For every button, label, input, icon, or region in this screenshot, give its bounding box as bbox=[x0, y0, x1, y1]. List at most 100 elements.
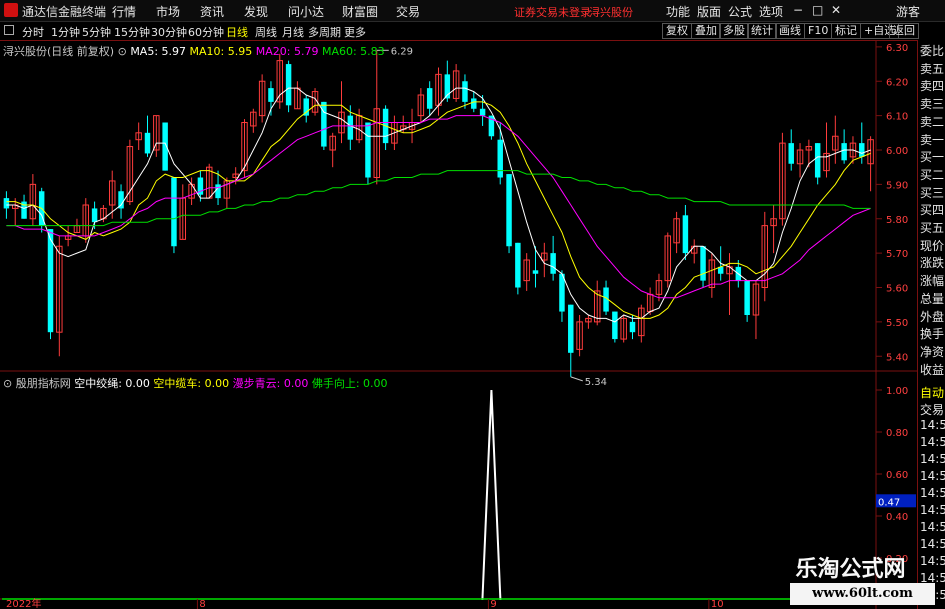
watermark-url: www.60lt.com bbox=[790, 583, 935, 605]
high-price-label: 6.29 bbox=[391, 46, 413, 57]
candle-body bbox=[268, 88, 274, 102]
main-indicator-legend: 浔兴股份(日线 前复权) ⊙ MA5: 5.97 MA10: 5.95 MA20… bbox=[3, 43, 385, 59]
side-panel-field: 委比 bbox=[920, 44, 945, 58]
sub-tick-label: 1.00 bbox=[886, 386, 908, 397]
auto-trade-label: 自动 bbox=[920, 386, 945, 400]
candle-body bbox=[91, 208, 98, 223]
side-panel-field: 涨幅 bbox=[920, 274, 945, 289]
low-marker bbox=[570, 376, 583, 382]
sub-signal-spike bbox=[481, 389, 502, 601]
auto-trade-label: 交易 bbox=[920, 403, 945, 417]
candle-body bbox=[612, 311, 618, 340]
trade-time: 14:56 bbox=[920, 503, 945, 517]
side-panel-field: 卖二 bbox=[920, 114, 945, 129]
candle-body bbox=[426, 88, 433, 109]
candle-body bbox=[171, 177, 177, 247]
candle-body bbox=[144, 132, 151, 154]
candle-body bbox=[479, 108, 486, 116]
trade-time: 14:56 bbox=[920, 537, 945, 551]
price-tick-label: 6.10 bbox=[886, 112, 908, 123]
candle-body bbox=[3, 198, 10, 209]
trade-time: 14:56 bbox=[920, 418, 945, 432]
candle-body bbox=[841, 143, 847, 161]
sub-tick-label: 0.60 bbox=[886, 470, 908, 481]
candle-body bbox=[365, 122, 371, 178]
side-panel-field: 涨跌 bbox=[920, 256, 945, 271]
price-tick-label: 5.60 bbox=[886, 284, 908, 295]
date-tick-label: 8 bbox=[199, 599, 205, 609]
candle-body bbox=[859, 143, 865, 157]
price-tick-label: 5.70 bbox=[886, 249, 908, 260]
price-tick-label: 6.00 bbox=[886, 146, 908, 157]
price-tick-label: 5.80 bbox=[886, 215, 908, 226]
candle-body bbox=[814, 143, 821, 178]
candle-body bbox=[700, 246, 706, 281]
trade-time: 14:56 bbox=[920, 452, 945, 466]
candle-body bbox=[47, 229, 54, 333]
sub-line-4-label: 佛手向上: 0.00 bbox=[311, 377, 388, 390]
date-tick-label: 10 bbox=[711, 599, 724, 609]
sub-tick-label: 0.80 bbox=[886, 428, 908, 439]
candle-body bbox=[471, 98, 477, 109]
trade-time: 14:56 bbox=[920, 486, 945, 500]
candle-body bbox=[506, 174, 512, 247]
sub-line-3-label: 漫步青云: 0.00 bbox=[232, 377, 309, 390]
trade-time: 14:56 bbox=[920, 469, 945, 483]
settings-icon[interactable]: ⊙ bbox=[118, 45, 127, 58]
candle-body bbox=[515, 242, 521, 288]
price-tick-label: 5.90 bbox=[886, 180, 908, 191]
side-panel-field: 卖三 bbox=[920, 97, 945, 112]
price-tick-label: 6.30 bbox=[886, 43, 908, 54]
quote-side-panel: 委比卖五卖四卖三卖二卖一买一买二买三买四买五现价涨跌涨幅总量外盘换手净资收益自动… bbox=[917, 40, 945, 609]
ma20-label: MA20: 5.79 bbox=[255, 45, 319, 58]
side-panel-field: 买三 bbox=[920, 185, 945, 200]
candle-body bbox=[285, 64, 292, 106]
side-panel-field: 收益 bbox=[920, 362, 945, 377]
ma60-label: MA60: 5.83 bbox=[321, 45, 385, 58]
ma5-label: MA5: 5.97 bbox=[130, 45, 187, 58]
side-panel-field: 外盘 bbox=[920, 309, 945, 324]
candle-body bbox=[629, 321, 636, 333]
sub-line-1-label: 空中绞绳: 0.00 bbox=[74, 377, 150, 390]
ma60-line bbox=[6, 170, 871, 227]
side-panel-field: 换手 bbox=[920, 327, 945, 342]
side-panel-field: 买二 bbox=[920, 167, 945, 182]
sub-line-2-label: 空中缆车: 0.00 bbox=[153, 377, 230, 390]
side-panel-field: 现价 bbox=[920, 238, 945, 253]
candle-body bbox=[462, 81, 468, 102]
side-panel-field: 买四 bbox=[920, 203, 945, 218]
ma10-label: MA10: 5.95 bbox=[189, 45, 253, 58]
side-panel-field: 买五 bbox=[920, 221, 945, 235]
candle-body bbox=[568, 304, 574, 353]
side-panel-field: 买一 bbox=[920, 150, 945, 165]
candle-body bbox=[744, 280, 750, 315]
sub-indicator-legend: ⊙ 殷朋指标网 空中绞绳: 0.00 空中缆车: 0.00 漫步青云: 0.00… bbox=[3, 375, 388, 391]
price-tick-label: 5.50 bbox=[886, 318, 908, 329]
candle-body bbox=[347, 115, 354, 140]
price-tick-label: 6.20 bbox=[886, 77, 908, 88]
side-panel-field: 净资 bbox=[920, 344, 945, 359]
kline-chart[interactable]: 6.30 6.20 6.10 6.00 5.90 5.80 5.70 5.60 5.50 5.40… bbox=[0, 0, 945, 609]
low-price-label: 5.34 bbox=[585, 377, 607, 388]
candle-body bbox=[788, 143, 794, 164]
price-tick-label: 5.40 bbox=[886, 352, 908, 363]
candle-body bbox=[532, 270, 539, 274]
side-panel-field: 总量 bbox=[920, 291, 945, 306]
main-chart-title: 浔兴股份(日线 前复权) bbox=[3, 45, 115, 58]
candle-body bbox=[215, 184, 221, 199]
side-panel-field: 卖四 bbox=[920, 79, 945, 94]
date-tick-label: 2022年 bbox=[6, 597, 41, 609]
sub-cursor-value: 0.47 bbox=[878, 497, 900, 508]
sub-settings-icon[interactable]: ⊙ bbox=[3, 377, 12, 390]
trade-time: 14:56 bbox=[920, 520, 945, 534]
watermark-title: 乐淘公式网 bbox=[795, 557, 906, 582]
candle-body bbox=[550, 253, 556, 274]
sub-tick-label: 0.40 bbox=[886, 512, 908, 523]
candle-body bbox=[682, 215, 689, 254]
trade-time: 14:56 bbox=[920, 435, 945, 449]
side-panel-field: 卖一 bbox=[920, 132, 945, 147]
candle-body bbox=[497, 139, 503, 178]
date-tick-label: 9 bbox=[490, 599, 496, 609]
sub-chart-title: 殷朋指标网 bbox=[15, 377, 71, 390]
side-panel-field: 卖五 bbox=[920, 61, 945, 76]
